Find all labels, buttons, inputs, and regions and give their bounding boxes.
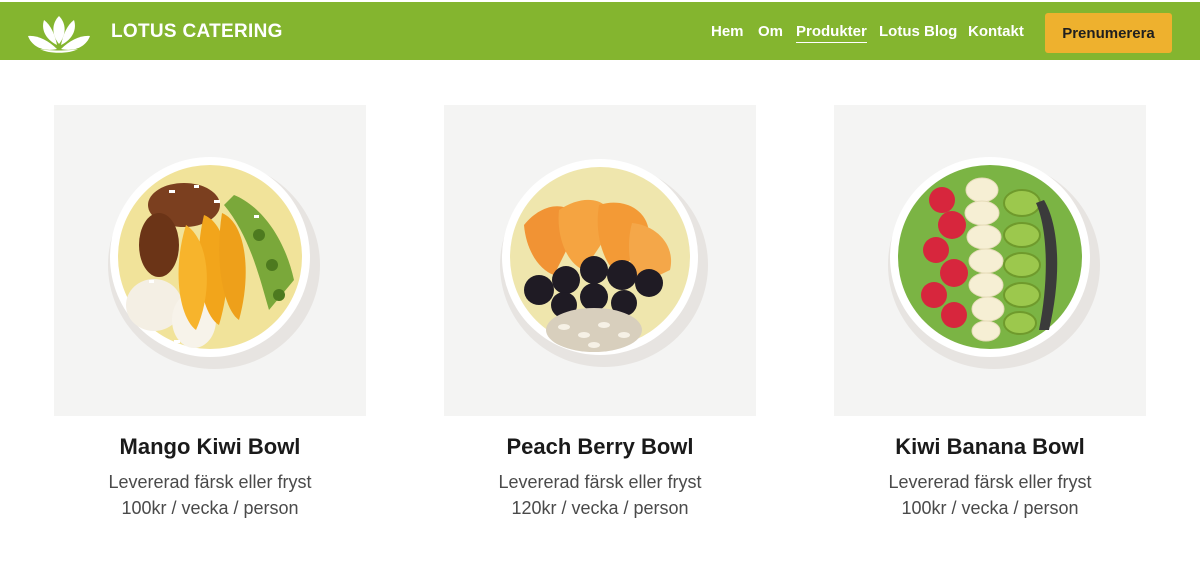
product-price: 100kr / vecka / person [901,498,1079,518]
subscribe-button[interactable]: Prenumerera [1045,13,1172,53]
product-delivery: Levererad färsk eller fryst [888,472,1092,492]
product-price: 100kr / vecka / person [121,498,299,518]
top-bar: LOTUS CATERING Hem Om Produkter Lotus Bl… [0,0,1200,62]
nav-item-om[interactable]: Om [758,23,783,40]
product-name[interactable]: Peach Berry Bowl [444,434,756,460]
product-delivery: Levererad färsk eller fryst [108,472,312,492]
brand-name[interactable]: LOTUS CATERING [111,21,283,43]
product-name[interactable]: Mango Kiwi Bowl [54,434,366,460]
product-card-mango-kiwi[interactable]: Mango Kiwi Bowl Levererad färsk eller fr… [54,105,366,521]
kiwi-banana-bowl-image[interactable] [834,105,1146,416]
product-card-kiwi-banana[interactable]: Kiwi Banana Bowl Levererad färsk eller f… [834,105,1146,521]
nav-item-kontakt[interactable]: Kontakt [968,23,1024,40]
product-name[interactable]: Kiwi Banana Bowl [834,434,1146,460]
peach-berry-bowl-image[interactable] [444,105,756,416]
mango-kiwi-bowl-image[interactable] [54,105,366,416]
nav-item-produkter[interactable]: Produkter [796,23,867,43]
nav-item-hem[interactable]: Hem [711,23,744,40]
product-price: 120kr / vecka / person [511,498,689,518]
nav-item-lotus-blog[interactable]: Lotus Blog [879,23,957,40]
product-card-peach-berry[interactable]: Peach Berry Bowl Levererad färsk eller f… [444,105,756,521]
navigation-bar: LOTUS CATERING Hem Om Produkter Lotus Bl… [0,2,1200,60]
product-delivery: Levererad färsk eller fryst [498,472,702,492]
lotus-icon[interactable] [26,14,92,54]
